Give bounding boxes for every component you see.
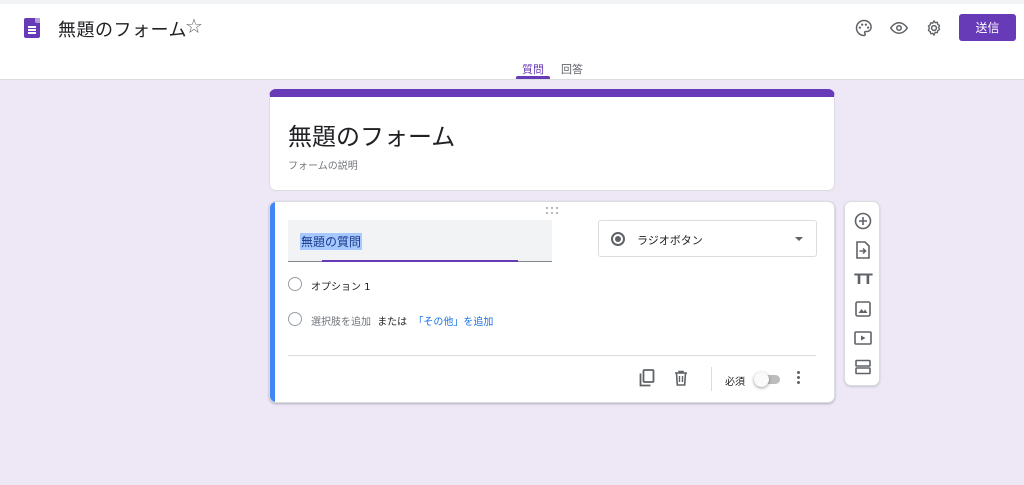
add-question-icon[interactable]: [853, 211, 873, 231]
active-card-indicator: [270, 202, 275, 402]
required-label: 必須: [725, 377, 745, 388]
toggle-knob: [754, 372, 769, 387]
add-other-link[interactable]: 「その他」を追加: [413, 317, 493, 328]
question-type-label: ラジオボタン: [637, 234, 703, 247]
question-title-input[interactable]: 無題の質問: [288, 220, 552, 262]
form-description-field[interactable]: フォームの説明: [288, 157, 358, 172]
active-tab-indicator: [516, 76, 550, 79]
app-header: 無題のフォーム ☆ 送信 質問 回答: [0, 0, 1024, 80]
required-toggle[interactable]: [754, 372, 782, 387]
forms-logo-icon[interactable]: [24, 18, 40, 38]
add-section-icon[interactable]: [853, 357, 873, 377]
option-radio-icon: [288, 277, 302, 291]
add-option-link[interactable]: 選択肢を追加: [311, 317, 371, 328]
footer-separator: [711, 367, 712, 391]
add-image-icon[interactable]: [853, 299, 873, 319]
radio-button-icon: [611, 232, 625, 246]
import-questions-icon[interactable]: [853, 240, 873, 260]
input-focus-underline: [322, 260, 518, 262]
gear-icon[interactable]: [922, 16, 946, 40]
form-title[interactable]: 無題のフォーム: [288, 117, 455, 152]
star-icon[interactable]: ☆: [185, 14, 203, 38]
question-card[interactable]: 無題の質問 ラジオボタン オプション 1 選択肢を追加 または 「その他」を追加…: [269, 201, 835, 403]
copy-icon[interactable]: [637, 367, 657, 389]
add-option-row: 選択肢を追加 または 「その他」を追加: [311, 313, 493, 328]
add-video-icon[interactable]: [853, 328, 873, 348]
dropdown-arrow-icon: [795, 237, 803, 241]
tab-questions[interactable]: 質問: [522, 61, 544, 77]
tab-responses[interactable]: 回答: [561, 61, 583, 77]
eye-icon[interactable]: [887, 16, 911, 40]
or-text: または: [377, 317, 408, 328]
send-button[interactable]: 送信: [959, 14, 1016, 41]
add-title-icon[interactable]: TT: [853, 270, 873, 290]
question-title-text: 無題の質問: [300, 233, 363, 250]
trash-icon[interactable]: [671, 367, 691, 389]
add-option-radio-icon: [288, 312, 302, 326]
drag-handle-icon[interactable]: [546, 207, 560, 215]
palette-icon[interactable]: [852, 16, 876, 40]
question-type-dropdown[interactable]: ラジオボタン: [598, 220, 817, 257]
option-1-text[interactable]: オプション 1: [311, 278, 371, 293]
side-toolbar: TT: [844, 201, 880, 386]
footer-divider: [288, 355, 816, 356]
document-title[interactable]: 無題のフォーム: [58, 16, 187, 42]
more-vert-icon[interactable]: [792, 370, 804, 388]
form-title-card[interactable]: 無題のフォーム フォームの説明: [269, 89, 835, 191]
top-strip: [0, 0, 1024, 4]
